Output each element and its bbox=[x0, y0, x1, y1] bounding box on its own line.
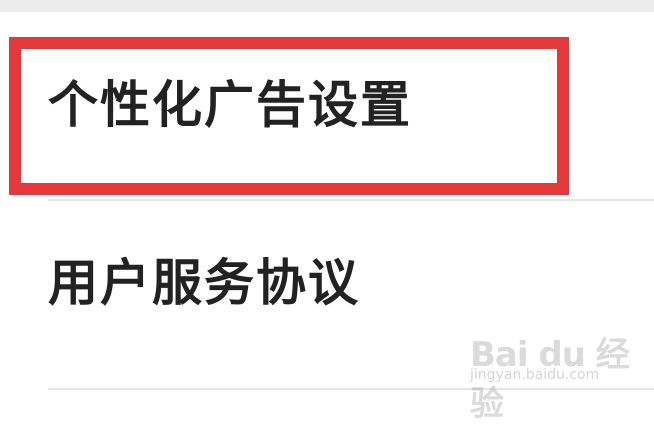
menu-item-label: 用户服务协议 bbox=[48, 254, 360, 312]
baidu-jingyan-watermark: Bai du 经验 jingyan.baidu.com bbox=[470, 325, 640, 424]
watermark-url: jingyan.baidu.com bbox=[470, 367, 600, 383]
